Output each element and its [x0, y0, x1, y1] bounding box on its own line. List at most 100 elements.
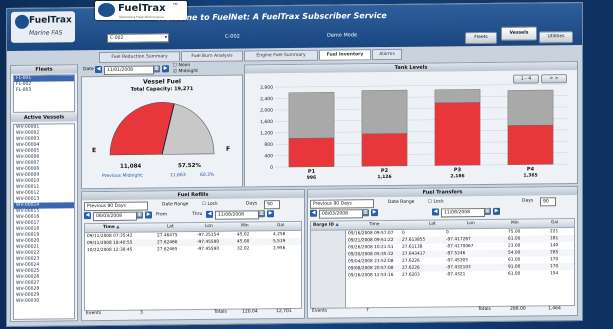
top-logo-name: FuelTrax	[118, 3, 166, 14]
tab-alarms[interactable]: Alarms	[372, 48, 402, 61]
list-item[interactable]: FL-003	[14, 87, 74, 94]
table-cell: 32.02	[237, 246, 250, 252]
fuel-refills-panel: Fuel Refills Previous 90 Days Date Range…	[81, 188, 305, 322]
gauge-empty-label: E	[92, 147, 97, 155]
refills-col-lat[interactable]: Lat	[167, 224, 174, 229]
tab-fuel-inventory[interactable]: Fuel Inventory	[319, 49, 371, 61]
refills-date-range-label: Date Range	[162, 202, 189, 208]
fleets-title: Fleets	[11, 65, 77, 74]
transfers-col-time[interactable]: Time	[369, 222, 380, 227]
table-cell: 140	[550, 243, 559, 249]
fleets-list[interactable]: FL-001 FL-002 FL-003	[13, 74, 75, 113]
refills-col-lon[interactable]: Lon	[205, 224, 213, 229]
table-cell: 27.62466	[157, 240, 178, 246]
top-logo-tagline: Optimizing Fleet Performance	[119, 15, 164, 19]
transfers-col-min[interactable]: Min	[511, 221, 519, 226]
refills-lock-checkbox[interactable]: ☐ Lock	[202, 202, 218, 207]
vessel-select[interactable]: C-002 ▾	[107, 33, 169, 43]
refills-thru-date[interactable]: 11/08/2008	[215, 210, 259, 220]
transfers-date-range-label: Date Range	[388, 199, 415, 205]
refills-days-input[interactable]: 90	[264, 200, 280, 210]
data-label: 1,365	[523, 172, 537, 178]
sort-ascending-icon: ▲	[116, 224, 120, 230]
tank-fuel-bar	[434, 102, 481, 166]
table-cell: 61.00	[508, 236, 521, 242]
transfers-events-count: 7	[366, 308, 369, 314]
table-cell: 27.6226	[402, 258, 420, 264]
y-tick-label: 0	[270, 165, 273, 171]
refills-col-time[interactable]: Time ▲	[103, 225, 120, 230]
barge-id-column	[310, 229, 346, 309]
transfers-col-lon[interactable]: Lon	[467, 221, 475, 226]
transfers-prev-button[interactable]: ◀	[310, 209, 317, 217]
transfers-thru-prev-button[interactable]: ◀	[432, 208, 439, 216]
tab-engine-fuel-summary[interactable]: Engine Fuel Summary	[244, 49, 318, 62]
transfers-thru-date[interactable]: 11/08/2008	[441, 207, 485, 218]
welcome-title: Welcome to FuelNet: A FuelTrax Subscribe…	[157, 11, 387, 23]
active-vessels-list[interactable]: WV-00001 WV-00002 WV-00003 WV-00004 WV-00005…	[13, 123, 75, 320]
refills-thru-calendar-icon[interactable]: ▦	[258, 210, 265, 218]
data-label: 2,186	[450, 173, 464, 179]
refills-table-body: 09/11/2008 07:35:42 27.46475 -97.25154 45.0…	[84, 229, 302, 312]
y-tick-label: 1,600	[260, 119, 273, 125]
transfers-total-gal: 1,464	[548, 306, 561, 312]
fueltrax-logo: FuelTrax Marine FAS	[11, 11, 75, 43]
refills-from-next-button[interactable]: ▶	[145, 211, 152, 219]
date-input[interactable]: 11/01/2008	[104, 65, 154, 75]
transfers-lock-checkbox[interactable]: ☐ Lock	[428, 199, 444, 204]
refills-range-select[interactable]: Previous 90 Days	[84, 201, 148, 212]
refills-thru-prev-button[interactable]: ◀	[206, 210, 213, 218]
prev-date-button[interactable]: ◀	[95, 65, 102, 74]
table-cell: 27.613855	[402, 237, 426, 243]
calendar-icon[interactable]: ▦	[153, 65, 160, 73]
list-item[interactable]: WV-00030	[14, 298, 74, 305]
header-bar: FuelTrax Marine FAS Welcome to FuelNet: …	[7, 2, 582, 51]
noon-checkbox[interactable]: ☐ Noon	[173, 63, 190, 68]
midnight-checkbox[interactable]: ☑ Midnight	[173, 69, 198, 74]
refills-from-date[interactable]: 08/03/2008	[93, 211, 137, 222]
refills-col-min[interactable]: Min	[241, 223, 249, 228]
tab-fuel-burn-analysis[interactable]: Fuel Burn Analysis	[181, 50, 243, 63]
active-vessels-title: Active Vessels	[11, 113, 77, 122]
transfers-from-date[interactable]: 08/03/2008	[319, 209, 363, 219]
table-cell: 27.6203	[402, 272, 420, 278]
utilities-button[interactable]: Utilities	[539, 31, 573, 44]
table-cell: -97.4321	[446, 272, 466, 278]
transfers-thru-next-button[interactable]: ▶	[493, 207, 500, 215]
vessels-button[interactable]: Vessels	[501, 26, 537, 41]
table-cell: 10/22/2008 12:38:45	[87, 247, 133, 254]
fleets-button[interactable]: Fleets	[465, 31, 497, 45]
x-tick-label: P4	[527, 166, 535, 172]
transfers-days-input[interactable]: 90	[540, 197, 556, 207]
transfers-col-barge-id[interactable]: Barge ID ▲	[313, 223, 339, 228]
table-cell: 09/11/2008 18:40:55	[87, 240, 133, 247]
table-cell: -97.417267	[446, 237, 471, 243]
table-cell: 0	[402, 230, 405, 236]
transfers-total-min: 288.00	[510, 306, 526, 312]
table-cell: 61.00	[508, 257, 521, 263]
refills-prev-button[interactable]: ◀	[84, 212, 91, 220]
tank-empty-bar	[434, 89, 481, 104]
transfers-range-select[interactable]: Previous 90 Days	[310, 199, 374, 209]
refills-from-label: From	[156, 212, 168, 218]
next-date-button[interactable]: ▶	[162, 65, 169, 73]
table-row[interactable]: 10/22/2008 12:38:45 27.62465 -97.45590 32.0…	[85, 245, 301, 254]
transfers-from-next-button[interactable]: ▶	[371, 209, 378, 217]
previous-midnight-label: Previous Midnight:	[102, 173, 144, 179]
refills-col-gal[interactable]: Gal	[277, 223, 284, 228]
previous-midnight-value: 11,663	[170, 173, 186, 179]
tab-fuel-reduction-summary[interactable]: Fuel Reduction Summary	[99, 51, 180, 64]
x-tick-label: P3	[454, 167, 462, 173]
transfers-col-gal[interactable]: Gal	[551, 220, 558, 225]
refills-from-calendar-icon[interactable]: ▦	[136, 211, 143, 219]
transfers-thru-calendar-icon[interactable]: ▦	[484, 207, 491, 215]
table-cell: 09/11/2008 07:35:42	[87, 233, 133, 240]
transfers-col-lat[interactable]: Lat	[429, 221, 436, 226]
tank-fuel-bar	[288, 137, 335, 168]
refills-events-count: 3	[140, 310, 143, 316]
fuel-transfers-title: Fuel Transfers	[308, 187, 577, 198]
table-cell: -97.5246	[446, 251, 466, 257]
transfers-from-calendar-icon[interactable]: ▦	[362, 209, 369, 217]
table-row[interactable]: 09/16/2008 12:53:16 27.6203 -97.4321 61.00 1…	[346, 270, 574, 279]
refills-thru-next-button[interactable]: ▶	[267, 210, 274, 218]
